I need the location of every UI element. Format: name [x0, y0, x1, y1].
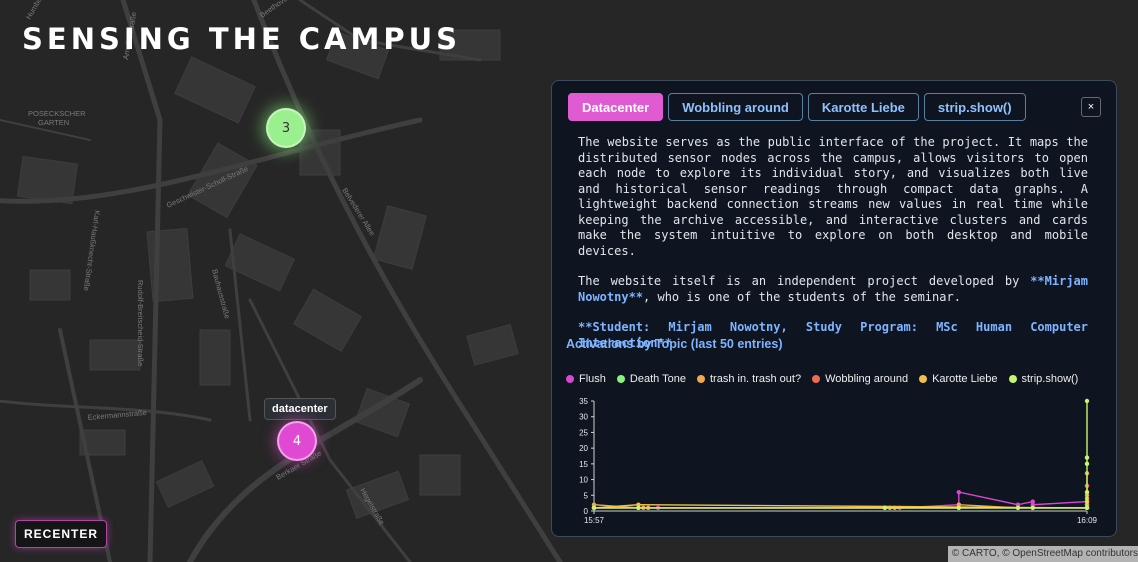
chart-legend: Flush Death Tone trash in. trash out? Wo…: [566, 373, 1078, 385]
y-tick-label: 5: [584, 491, 589, 500]
series-line-strip-show: [594, 401, 1088, 509]
legend-swatch: [696, 375, 705, 383]
info-panel: Datacenter Wobbling around Karotte Liebe…: [551, 80, 1117, 537]
legend-item[interactable]: Flush: [566, 373, 606, 385]
panel-description: The website serves as the public interfa…: [578, 135, 1088, 366]
attribution-separator: , ©: [996, 548, 1013, 559]
legend-label: Karotte Liebe: [932, 373, 998, 385]
tab-strip-show[interactable]: strip.show(): [923, 93, 1026, 121]
close-button[interactable]: ×: [1081, 97, 1101, 117]
legend-label: Wobbling around: [825, 373, 909, 385]
y-tick-label: 30: [579, 413, 588, 422]
attribution-prefix: ©: [951, 548, 963, 559]
description-paragraph: The website serves as the public interfa…: [578, 135, 1088, 258]
y-tick-label: 25: [579, 428, 588, 437]
legend-label: Death Tone: [629, 373, 686, 385]
data-point-strip-show: [1030, 505, 1035, 511]
legend-swatch: [616, 375, 625, 383]
data-point-strip-show: [1084, 455, 1090, 460]
legend-swatch: [566, 375, 574, 383]
data-point-strip-show: [882, 505, 888, 511]
data-point-flush: [956, 489, 962, 495]
map-cluster-marker-datacenter[interactable]: 4: [279, 423, 315, 459]
activations-chart: 0 5 10 15 20 25 30 35 15:57 16:09: [579, 397, 1098, 525]
data-point-strip-show: [1084, 461, 1090, 467]
y-tick-label: 15: [579, 460, 588, 469]
y-tick-label: 0: [584, 507, 589, 516]
close-icon: ×: [1087, 101, 1095, 113]
map-cluster-marker[interactable]: 3: [268, 110, 304, 146]
y-tick-label: 20: [579, 444, 588, 453]
tab-karotte-liebe[interactable]: Karotte Liebe: [807, 93, 919, 121]
legend-label: trash in. trash out?: [709, 373, 802, 385]
osm-link[interactable]: OpenStreetMap: [1012, 548, 1083, 559]
app-title: SENSING THE CAMPUS: [22, 22, 462, 56]
legend-item[interactable]: trash in. trash out?: [696, 373, 802, 385]
street-label: Rudolf-Breitscheid-Straße: [136, 280, 145, 366]
author-text-after: , who is one of the students of the semi…: [643, 289, 961, 304]
tab-wobbling-around[interactable]: Wobbling around: [668, 93, 803, 121]
carto-link[interactable]: CARTO: [962, 548, 997, 559]
legend-item[interactable]: strip.show(): [1008, 373, 1079, 385]
map-attribution: © CARTO, © OpenStreetMap contributors: [947, 546, 1138, 562]
data-point-strip-show: [1084, 489, 1090, 495]
legend-swatch: [919, 375, 928, 383]
attribution-suffix: contributors: [1082, 548, 1138, 559]
x-tick-label: 16:09: [1077, 516, 1098, 525]
legend-item[interactable]: Wobbling around: [812, 373, 908, 385]
legend-item[interactable]: Karotte Liebe: [919, 373, 998, 385]
tab-datacenter[interactable]: Datacenter: [568, 93, 664, 121]
data-point-strip-show: [1084, 398, 1090, 404]
x-tick-label: 15:57: [584, 516, 605, 525]
legend-label: Flush: [579, 373, 606, 385]
data-point-strip-show: [956, 505, 962, 511]
author-text-before: The website itself is an independent pro…: [578, 274, 1031, 288]
recenter-button[interactable]: RECENTER: [15, 520, 108, 548]
cluster-count: 4: [292, 433, 302, 449]
legend-swatch: [812, 375, 821, 383]
street-label: POSECKSCHER: [28, 109, 86, 118]
street-label: GARTEN: [38, 118, 69, 127]
y-tick-label: 35: [579, 397, 588, 406]
marker-tooltip: datacenter: [264, 398, 336, 420]
chart-title: Activations by Topic (last 50 entries): [566, 337, 783, 351]
data-point-strip-show: [1015, 505, 1021, 511]
legend-swatch: [1008, 375, 1017, 383]
author-paragraph: The website itself is an independent pro…: [578, 274, 1088, 305]
data-point-strip-show: [1084, 505, 1090, 511]
panel-tabs: Datacenter Wobbling around Karotte Liebe…: [568, 93, 1026, 121]
series-line-trash-in-trash-out: [593, 473, 1088, 509]
data-point-strip-show: [591, 505, 597, 511]
legend-label: strip.show(): [1021, 373, 1079, 385]
legend-item[interactable]: Death Tone: [616, 373, 686, 385]
y-tick-label: 10: [579, 476, 588, 485]
data-point-strip-show: [636, 505, 641, 511]
cluster-count: 3: [281, 120, 291, 136]
